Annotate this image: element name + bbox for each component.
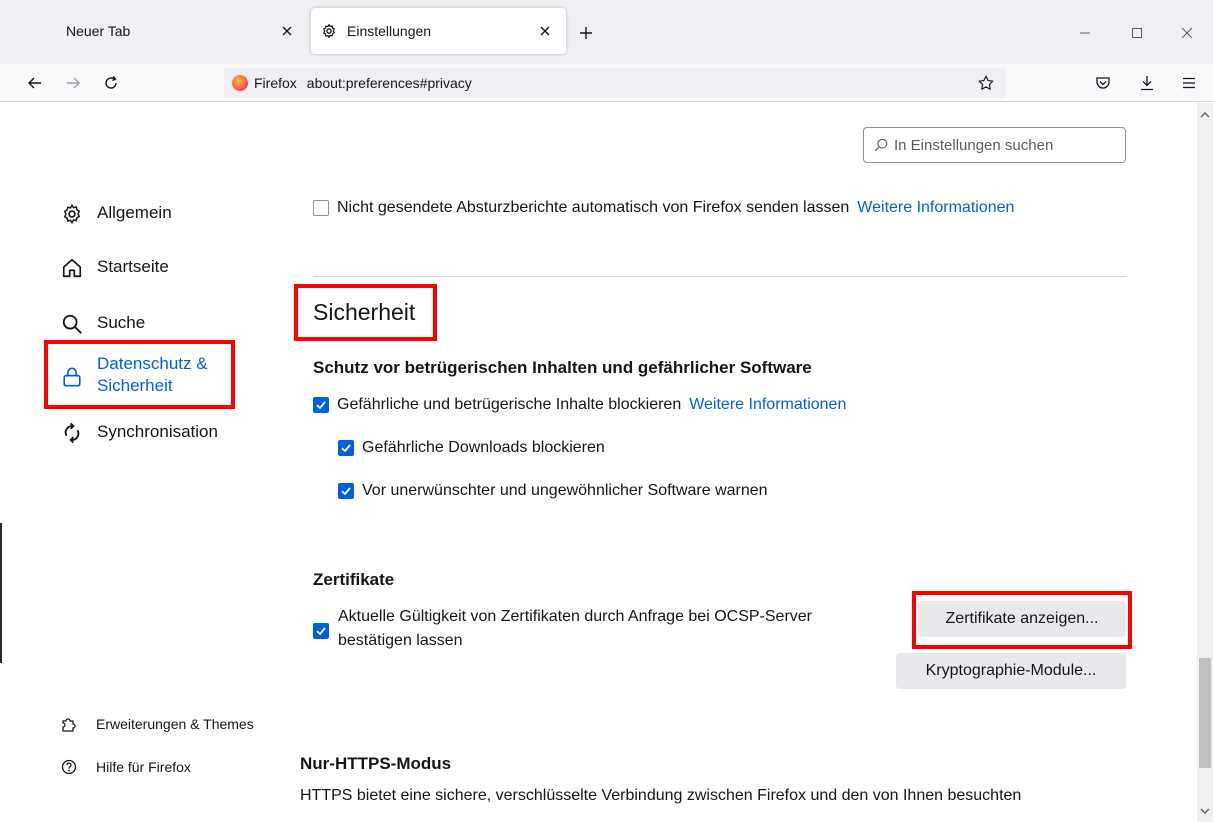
scroll-up-arrow-icon[interactable]: [1197, 107, 1213, 123]
sidebar-footer-label: Erweiterungen & Themes: [96, 716, 254, 732]
sidebar-item-label: Synchronisation: [97, 422, 218, 441]
url-bar[interactable]: Firefox about:preferences#privacy: [224, 68, 1006, 98]
forward-button[interactable]: [58, 68, 88, 98]
crash-reports-learn-more-link[interactable]: Weitere Informationen: [857, 199, 1014, 217]
pocket-button[interactable]: [1088, 68, 1118, 98]
maximize-button[interactable]: [1122, 20, 1152, 46]
gear-icon: [60, 202, 84, 226]
block-downloads-row[interactable]: Gefährliche Downloads blockieren: [338, 439, 605, 457]
reload-icon: [105, 76, 117, 89]
sidebar-item-home[interactable]: Startseite: [60, 256, 169, 280]
sidebar-footer-addons[interactable]: Erweiterungen & Themes: [60, 715, 254, 733]
navigation-toolbar: Firefox about:preferences#privacy: [0, 64, 1213, 102]
sidebar-footer-help[interactable]: Hilfe für Firefox: [60, 758, 191, 776]
tab-title: Einstellungen: [347, 23, 432, 39]
crash-reports-checkbox[interactable]: [313, 200, 329, 216]
https-only-description: HTTPS bietet eine sichere, verschlüsselt…: [300, 787, 1022, 804]
url-text[interactable]: about:preferences#privacy: [307, 75, 472, 91]
block-dangerous-label: Gefährliche und betrügerische Inhalte bl…: [337, 396, 682, 413]
tab-close-icon[interactable]: [532, 18, 558, 44]
identity-box[interactable]: Firefox: [224, 75, 307, 91]
puzzle-icon: [60, 715, 78, 733]
arrow-left-icon: [28, 77, 41, 89]
identity-label: Firefox: [254, 75, 297, 91]
bookmark-star-icon[interactable]: [974, 71, 998, 95]
close-window-button[interactable]: [1172, 20, 1202, 46]
tab-strip: Neuer Tab Einstellungen: [0, 0, 1213, 64]
warn-software-checkbox[interactable]: [338, 483, 354, 499]
close-icon: [1181, 27, 1193, 39]
warn-software-label: Vor unerwünschter und ungewöhnlicher Sof…: [362, 482, 768, 499]
block-downloads-checkbox[interactable]: [338, 440, 354, 456]
maximize-icon: [1132, 28, 1142, 38]
checkmark-icon: [341, 444, 351, 453]
minimize-button[interactable]: [1070, 20, 1100, 46]
section-divider: [313, 276, 1126, 277]
ocsp-label[interactable]: Aktuelle Gültigkeit von Zertifikaten dur…: [338, 605, 898, 653]
security-devices-button[interactable]: Kryptographie-Module...: [896, 653, 1126, 689]
sidebar-footer-label: Hilfe für Firefox: [96, 759, 191, 775]
preferences-page: In Einstellungen suchen Allgemein Starts…: [0, 103, 1213, 822]
sidebar-item-label: Startseite: [97, 257, 169, 276]
crash-reports-row[interactable]: Nicht gesendete Absturzberichte automati…: [313, 199, 1014, 217]
hamburger-menu-icon: [1183, 77, 1195, 89]
certificates-heading: Zertifikate: [313, 570, 395, 589]
sidebar-item-label: Suche: [97, 313, 146, 332]
highlight-view-certificates: [912, 591, 1132, 649]
sidebar-item-search[interactable]: Suche: [60, 312, 145, 336]
minimize-icon: [1080, 32, 1090, 34]
block-downloads-label: Gefährliche Downloads blockieren: [362, 439, 605, 456]
warn-software-row[interactable]: Vor unerwünschter und ungewöhnlicher Sof…: [338, 482, 768, 500]
download-icon: [1141, 76, 1153, 91]
reload-button[interactable]: [96, 68, 126, 98]
sidebar-item-label: Allgemein: [97, 203, 172, 222]
checkmark-icon: [316, 627, 326, 636]
firefox-logo-icon: [232, 75, 248, 91]
plus-icon: [580, 27, 592, 39]
home-icon: [60, 256, 84, 280]
menu-button[interactable]: [1174, 68, 1204, 98]
new-tab-button[interactable]: [573, 20, 599, 46]
sidebar-item-general[interactable]: Allgemein: [60, 202, 172, 226]
sidebar-item-sync[interactable]: Synchronisation: [60, 421, 218, 445]
search-icon: [60, 312, 84, 336]
block-dangerous-checkbox[interactable]: [313, 397, 329, 413]
pocket-icon: [1096, 77, 1110, 89]
scroll-down-arrow-icon[interactable]: [1197, 803, 1213, 819]
page-scrollbar[interactable]: [1197, 103, 1213, 822]
help-icon: [60, 758, 78, 776]
sync-icon: [60, 421, 84, 445]
tab-new-tab[interactable]: Neuer Tab: [46, 8, 308, 54]
search-placeholder: In Einstellungen suchen: [894, 136, 1054, 154]
category-sidebar: Allgemein Startseite Suche Datenschutz &…: [0, 103, 290, 822]
checkmark-icon: [341, 487, 351, 496]
downloads-button[interactable]: [1132, 68, 1162, 98]
search-icon: [874, 138, 888, 152]
checkmark-icon: [316, 401, 326, 410]
block-dangerous-row[interactable]: Gefährliche und betrügerische Inhalte bl…: [313, 396, 846, 414]
ocsp-label-line1: Aktuelle Gültigkeit von Zertifikaten dur…: [338, 608, 812, 625]
tab-title: Neuer Tab: [66, 23, 131, 39]
ocsp-label-line2: bestätigen lassen: [338, 632, 463, 649]
https-only-heading: Nur-HTTPS-Modus: [300, 754, 452, 773]
block-dangerous-learn-more-link[interactable]: Weitere Informationen: [689, 396, 846, 414]
arrow-right-icon: [67, 77, 80, 89]
deceptive-content-heading: Schutz vor betrügerischen Inhalten und g…: [313, 358, 812, 377]
settings-search-input[interactable]: In Einstellungen suchen: [863, 127, 1126, 163]
scrollbar-thumb[interactable]: [1199, 658, 1211, 768]
gear-icon: [321, 22, 339, 40]
crash-reports-label: Nicht gesendete Absturzberichte automati…: [337, 199, 850, 216]
highlight-privacy-sidebar: [44, 340, 235, 409]
tab-settings[interactable]: Einstellungen: [311, 8, 566, 54]
back-button[interactable]: [20, 68, 50, 98]
highlight-security-heading: [294, 284, 437, 341]
ocsp-checkbox[interactable]: [313, 623, 329, 639]
tab-close-icon[interactable]: [274, 18, 300, 44]
